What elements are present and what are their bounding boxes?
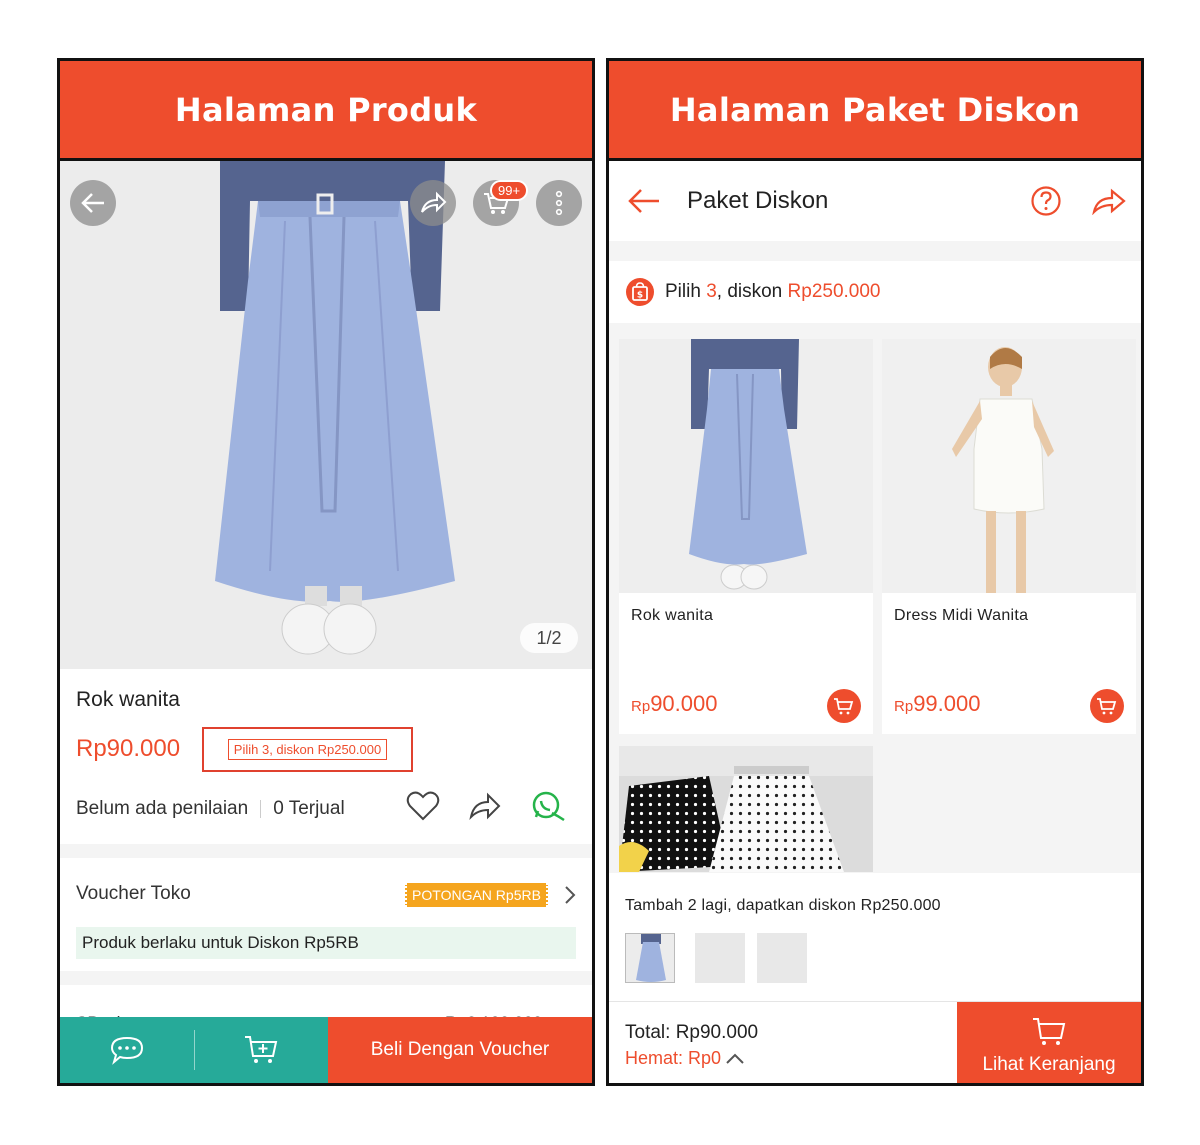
promo-highlight: Pilih 3, diskon Rp250.000 xyxy=(202,727,413,772)
cart-icon xyxy=(1033,1018,1066,1045)
bundle-product-card[interactable]: Rok wanita Rp90.000 xyxy=(619,339,873,734)
empty-item-slot[interactable] xyxy=(757,933,807,983)
product-price: Rp99.000 xyxy=(894,691,980,717)
offer-middle: , diskon xyxy=(716,281,788,302)
buy-with-voucher-button[interactable]: Beli Dengan Voucher xyxy=(328,1017,592,1083)
cart-icon xyxy=(834,698,854,715)
offer-amount: Rp250.000 xyxy=(787,281,881,302)
cart-count-badge: 99+ xyxy=(490,180,529,201)
back-button[interactable] xyxy=(70,180,116,226)
dress-photo xyxy=(882,339,1136,593)
chevron-up-icon xyxy=(726,1053,744,1064)
offer-prefix: Pilih xyxy=(665,281,707,302)
heart-icon[interactable] xyxy=(406,790,440,822)
product-thumbnail xyxy=(882,339,1136,593)
add-more-section: Tambah 2 lagi, dapatkan diskon Rp250.000 xyxy=(609,873,1141,1001)
chat-button[interactable] xyxy=(60,1017,194,1083)
share-button[interactable] xyxy=(410,180,456,226)
rating-row: Belum ada penilaian 0 Terjual xyxy=(76,798,345,820)
savings-toggle[interactable]: Hemat: Rp0 xyxy=(625,1048,745,1069)
arrow-left-icon xyxy=(81,193,104,213)
more-vertical-icon xyxy=(555,190,563,216)
view-cart-button[interactable]: Lihat Keranjang xyxy=(957,1002,1141,1083)
more-button[interactable] xyxy=(536,180,582,226)
help-icon[interactable] xyxy=(1030,185,1062,217)
bundle-product-card[interactable]: Dress Midi Wanita Rp99.000 xyxy=(882,339,1136,734)
panel-title: Halaman Produk xyxy=(174,90,478,129)
bundle-offer-banner: $ Pilih 3 , diskon Rp250.000 xyxy=(609,261,1141,323)
share-icon xyxy=(421,191,447,213)
currency: Rp xyxy=(631,698,651,715)
section-divider xyxy=(60,971,592,985)
panel-header: Halaman Produk xyxy=(60,61,592,161)
product-image[interactable]: 99+ 1/2 xyxy=(60,161,592,669)
product-name: Dress Midi Wanita xyxy=(894,607,1029,624)
arrow-left-icon[interactable] xyxy=(627,187,661,215)
bundle-bag-icon: $ xyxy=(626,278,654,306)
rating-text: Belum ada penilaian xyxy=(76,798,249,819)
view-cart-label: Lihat Keranjang xyxy=(982,1054,1116,1075)
product-price: Rp90.000 xyxy=(76,735,181,762)
skirt-photo xyxy=(60,161,592,669)
voucher-title[interactable]: Voucher Toko xyxy=(76,883,191,905)
product-page-panel: Halaman Produk 99+ 1/2 Rok wanita Rp90.0… xyxy=(57,58,595,1086)
share-icon[interactable] xyxy=(468,790,502,822)
add-to-cart-button[interactable] xyxy=(195,1017,329,1083)
share-icon[interactable] xyxy=(1091,187,1127,215)
top-nav: Paket Diskon xyxy=(609,161,1141,241)
add-to-cart-button[interactable] xyxy=(827,689,861,723)
voucher-tag[interactable]: POTONGAN Rp5RB xyxy=(405,883,548,907)
currency: Rp xyxy=(894,698,914,715)
offer-count: 3 xyxy=(706,281,717,302)
polka-skirt-photo xyxy=(619,746,873,872)
bundle-footer: Total: Rp90.000 Hemat: Rp0 Lihat Keranja… xyxy=(609,1001,1141,1083)
panel-header: Halaman Paket Diskon xyxy=(609,61,1141,161)
skirt-thumbnail xyxy=(626,934,674,982)
product-name: Rok wanita xyxy=(631,607,714,624)
product-thumbnail xyxy=(619,339,873,593)
selected-item-slot[interactable] xyxy=(625,933,675,983)
secondary-actions xyxy=(60,1017,328,1083)
bundle-product-card[interactable] xyxy=(619,746,873,872)
price-value: 90.000 xyxy=(650,691,718,716)
bundle-page-panel: Halaman Paket Diskon Paket Diskon $ Pili… xyxy=(606,58,1144,1086)
product-price: Rp90.000 xyxy=(631,691,717,717)
sold-count: 0 Terjual xyxy=(273,798,345,819)
voucher-note: Produk berlaku untuk Diskon Rp5RB xyxy=(76,927,576,959)
add-more-text: Tambah 2 lagi, dapatkan diskon Rp250.000 xyxy=(625,897,941,914)
image-counter: 1/2 xyxy=(520,623,578,653)
chevron-right-icon[interactable] xyxy=(564,885,576,905)
chat-icon xyxy=(110,1036,143,1065)
cart-icon xyxy=(1097,698,1117,715)
bottom-action-bar: Beli Dengan Voucher xyxy=(60,1017,592,1083)
svg-text:$: $ xyxy=(637,291,643,301)
add-cart-icon xyxy=(245,1036,278,1063)
divider xyxy=(260,800,262,818)
whatsapp-icon[interactable] xyxy=(530,790,566,824)
section-divider xyxy=(60,844,592,858)
bundle-deal-tag[interactable]: Pilih 3, diskon Rp250.000 xyxy=(227,739,388,760)
panel-title: Halaman Paket Diskon xyxy=(669,90,1081,129)
product-title: Rok wanita xyxy=(76,688,180,711)
page-title: Paket Diskon xyxy=(687,187,829,214)
empty-item-slot[interactable] xyxy=(695,933,745,983)
total-price: Total: Rp90.000 xyxy=(625,1022,759,1043)
price-value: 99.000 xyxy=(913,691,981,716)
savings-text: Hemat: Rp0 xyxy=(625,1048,722,1068)
skirt-photo xyxy=(619,339,873,593)
add-to-cart-button[interactable] xyxy=(1090,689,1124,723)
